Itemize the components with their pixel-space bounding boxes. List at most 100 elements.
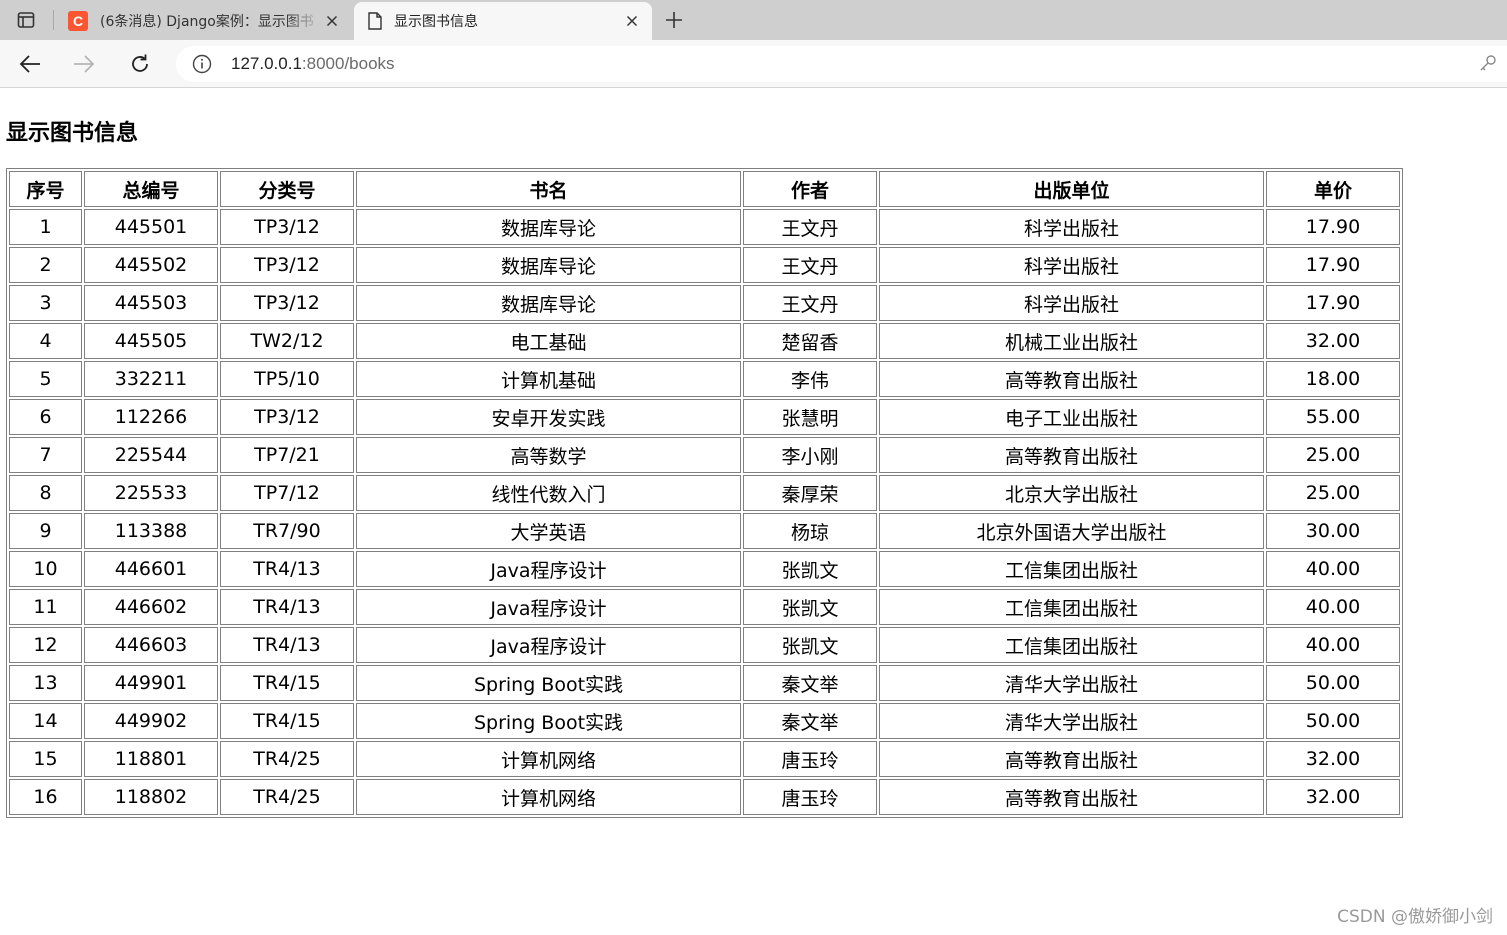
browser-toolbar: 127.0.0.1:8000/books [0,40,1507,88]
tab-csdn-article[interactable]: C (6条消息) Django案例：显示图书 [58,2,352,40]
new-tab-button[interactable] [660,6,688,34]
table-header-row: 序号 总编号 分类号 书名 作者 出版单位 单价 [9,171,1400,207]
arrow-left-icon [19,55,40,73]
page-heading: 显示图书信息 [6,121,139,146]
cell-price: 32.00 [1266,741,1400,777]
cell-author: 张慧明 [743,399,877,435]
cell-category: TP3/12 [220,399,354,435]
cell-id: 11 [9,589,82,625]
table-row: 6 112266 TP3/12 安卓开发实践 张慧明 电子工业出版社 55.00 [9,399,1400,435]
cell-category: TR4/25 [220,741,354,777]
cell-category: TP3/12 [220,247,354,283]
cell-author: 李小刚 [743,437,877,473]
cell-publisher: 科学出版社 [879,285,1264,321]
close-icon [326,15,338,27]
cell-title: 线性代数入门 [356,475,741,511]
cell-price: 17.90 [1266,285,1400,321]
table-row: 10 446601 TR4/13 Java程序设计 张凯文 工信集团出版社 40.00 [9,551,1400,587]
cell-title: 大学英语 [356,513,741,549]
cell-total-number: 112266 [84,399,218,435]
cell-price: 40.00 [1266,589,1400,625]
close-icon [626,15,638,27]
cell-author: 王文丹 [743,247,877,283]
table-row: 3 445503 TP3/12 数据库导论 王文丹 科学出版社 17.90 [9,285,1400,321]
cell-author: 秦厚荣 [743,475,877,511]
close-tab-button[interactable] [320,9,344,33]
page-content: 显示图书信息 序号 总编号 分类号 书名 作者 出版单位 单价 1 445501 TP3/12 数… [0,89,1507,935]
cell-publisher: 科学出版社 [879,209,1264,245]
cell-title: Java程序设计 [356,589,741,625]
tab-actions-icon [17,12,35,28]
column-header-price: 单价 [1266,171,1400,207]
cell-title: Spring Boot实践 [356,665,741,701]
cell-publisher: 北京大学出版社 [879,475,1264,511]
cell-title: 数据库导论 [356,247,741,283]
page-icon [368,12,382,30]
table-row: 12 446603 TR4/13 Java程序设计 张凯文 工信集团出版社 40.00 [9,627,1400,663]
table-row: 7 225544 TP7/21 高等数学 李小刚 高等教育出版社 25.00 [9,437,1400,473]
cell-price: 17.90 [1266,247,1400,283]
cell-id: 13 [9,665,82,701]
tab-title: 显示图书信息 [394,14,478,30]
cell-id: 10 [9,551,82,587]
url-host: 127.0.0.1 [231,54,302,73]
cell-id: 5 [9,361,82,397]
cell-id: 12 [9,627,82,663]
cell-title: Spring Boot实践 [356,703,741,739]
table-row: 16 118802 TR4/25 计算机网络 唐玉玲 高等教育出版社 32.00 [9,779,1400,815]
address-bar[interactable]: 127.0.0.1:8000/books [176,46,1507,82]
cell-title: 计算机基础 [356,361,741,397]
cell-price: 55.00 [1266,399,1400,435]
cell-price: 50.00 [1266,665,1400,701]
cell-category: TR4/13 [220,627,354,663]
table-row: 13 449901 TR4/15 Spring Boot实践 秦文举 清华大学出版社 50.… [9,665,1400,701]
cell-title: Java程序设计 [356,627,741,663]
cell-title: 计算机网络 [356,779,741,815]
cell-title: 安卓开发实践 [356,399,741,435]
cell-publisher: 高等教育出版社 [879,437,1264,473]
url-text[interactable]: 127.0.0.1:8000/books [231,54,395,74]
cell-author: 杨琼 [743,513,877,549]
cell-author: 秦文举 [743,703,877,739]
table-row: 2 445502 TP3/12 数据库导论 王文丹 科学出版社 17.90 [9,247,1400,283]
cell-publisher: 清华大学出版社 [879,703,1264,739]
cell-total-number: 332211 [84,361,218,397]
cell-author: 王文丹 [743,285,877,321]
cell-author: 秦文举 [743,665,877,701]
cell-total-number: 449902 [84,703,218,739]
cell-price: 50.00 [1266,703,1400,739]
tab-actions-button[interactable] [8,6,44,34]
cell-price: 32.00 [1266,323,1400,359]
cell-id: 3 [9,285,82,321]
tab-books-page[interactable]: 显示图书信息 [354,2,652,40]
close-tab-button[interactable] [620,9,644,33]
cell-publisher: 高等教育出版社 [879,741,1264,777]
cell-price: 30.00 [1266,513,1400,549]
cell-total-number: 118802 [84,779,218,815]
cell-category: TR4/13 [220,589,354,625]
cell-id: 6 [9,399,82,435]
cell-publisher: 北京外国语大学出版社 [879,513,1264,549]
column-header-title: 书名 [356,171,741,207]
cell-author: 张凯文 [743,551,877,587]
reload-button[interactable] [124,48,156,80]
cell-price: 25.00 [1266,475,1400,511]
cell-publisher: 工信集团出版社 [879,589,1264,625]
key-icon[interactable] [1479,54,1497,76]
table-row: 8 225533 TP7/12 线性代数入门 秦厚荣 北京大学出版社 25.00 [9,475,1400,511]
cell-publisher: 工信集团出版社 [879,627,1264,663]
cell-price: 18.00 [1266,361,1400,397]
back-button[interactable] [14,48,46,80]
cell-publisher: 科学出版社 [879,247,1264,283]
watermark: CSDN @傲娇御小剑 [1337,907,1493,927]
site-info-icon[interactable] [192,54,212,78]
table-body: 1 445501 TP3/12 数据库导论 王文丹 科学出版社 17.90 2 445502 TP… [9,209,1400,815]
column-header-category: 分类号 [220,171,354,207]
arrow-right-icon [74,55,95,73]
table-row: 9 113388 TR7/90 大学英语 杨琼 北京外国语大学出版社 30.00 [9,513,1400,549]
cell-total-number: 445501 [84,209,218,245]
cell-price: 25.00 [1266,437,1400,473]
cell-publisher: 高等教育出版社 [879,361,1264,397]
cell-total-number: 446602 [84,589,218,625]
forward-button[interactable] [68,48,100,80]
